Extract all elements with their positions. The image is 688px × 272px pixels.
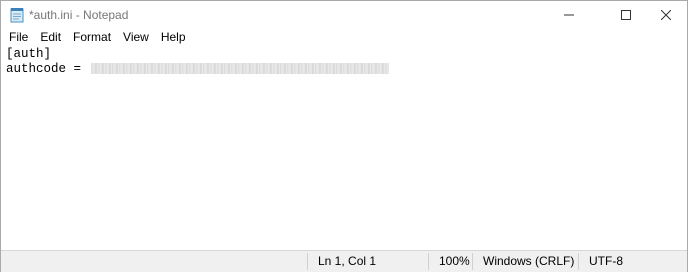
notepad-icon	[10, 7, 24, 23]
redacted-value	[90, 63, 389, 75]
editor-line: [auth]	[6, 47, 51, 62]
notepad-window: *auth.ini - Notepad File Edit Format Vie…	[0, 0, 688, 272]
encoding: UTF-8	[589, 254, 623, 268]
maximize-icon	[621, 10, 631, 20]
editor-line: authcode =	[6, 62, 389, 77]
cursor-position: Ln 1, Col 1	[318, 254, 377, 268]
line-ending: Windows (CRLF)	[483, 254, 575, 268]
close-button[interactable]	[643, 1, 688, 29]
menu-help[interactable]: Help	[155, 29, 192, 45]
close-icon	[661, 10, 671, 20]
menu-edit[interactable]: Edit	[34, 29, 67, 45]
line-text: authcode =	[6, 62, 89, 76]
menu-view[interactable]: View	[117, 29, 155, 45]
text-editor[interactable]: [auth] authcode =	[1, 45, 687, 250]
menu-format[interactable]: Format	[67, 29, 117, 45]
title-bar[interactable]: *auth.ini - Notepad	[1, 1, 687, 29]
status-bar: Ln 1, Col 1 100% Windows (CRLF) UTF-8	[1, 250, 687, 272]
window-title: *auth.ini - Notepad	[29, 8, 129, 22]
menu-file[interactable]: File	[3, 29, 34, 45]
minimize-button[interactable]	[546, 1, 592, 29]
line-text: [auth]	[6, 47, 52, 61]
menu-bar: File Edit Format View Help	[1, 29, 687, 45]
minimize-icon	[564, 10, 574, 20]
